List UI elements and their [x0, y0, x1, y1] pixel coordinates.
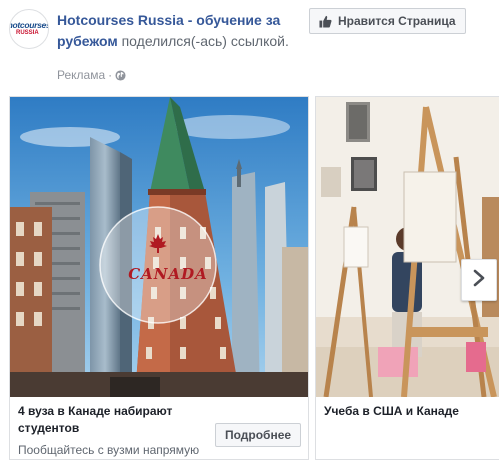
chevron-right-icon — [472, 269, 486, 292]
post-header-text: Hotcourses Russia - обучение за рубежом … — [57, 10, 297, 52]
like-page-button[interactable]: Нравится Страница — [309, 8, 466, 34]
page-avatar[interactable]: hotcourses RUSSIA — [9, 9, 49, 49]
canada-overlay-text: CANADA — [128, 265, 208, 283]
sponsored-label[interactable]: Реклама — [57, 68, 105, 82]
post-meta: Реклама · — [57, 68, 126, 82]
avatar-logo-text: hotcourses — [9, 20, 49, 30]
post-action-text: поделился(-ась) ссылкой. — [117, 33, 289, 49]
avatar-logo-subtext: RUSSIA — [16, 30, 39, 36]
card-image-toronto[interactable]: CANADA — [10, 97, 308, 397]
carousel-next-button[interactable] — [461, 259, 497, 301]
globe-icon — [115, 69, 126, 81]
facebook-ad-post: hotcourses RUSSIA Hotcourses Russia - об… — [0, 0, 499, 462]
meta-separator: · — [108, 68, 113, 82]
learn-more-button[interactable]: Подробнее — [215, 423, 301, 447]
thumbs-up-icon — [319, 15, 332, 28]
carousel-card-1[interactable]: CANADA 4 вуза в Канаде набирают студенто… — [9, 96, 309, 460]
card-1-title[interactable]: 4 вуза в Канаде набирают студентов — [18, 403, 208, 437]
like-button-label: Нравится Страница — [338, 14, 456, 28]
card-2-title[interactable]: Учеба в США и Канаде — [324, 403, 459, 420]
card-1-description: Пообщайтесь с вузми напрямую — [18, 443, 200, 457]
card-image-art-studio[interactable] — [316, 97, 499, 397]
